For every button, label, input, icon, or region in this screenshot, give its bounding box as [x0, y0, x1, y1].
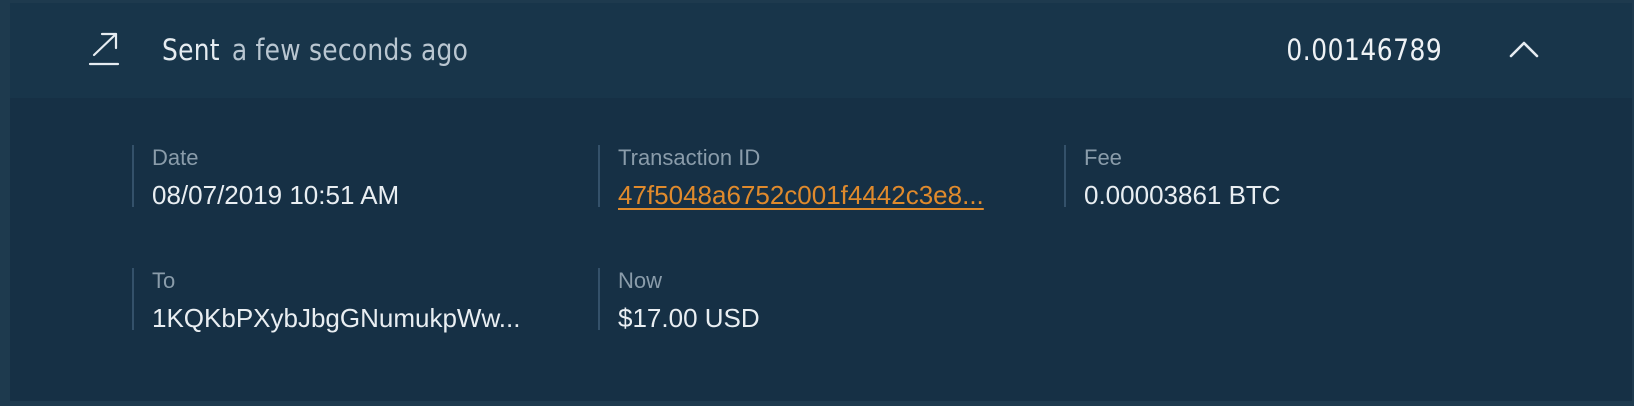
date-field: Date 08/07/2019 10:51 AM [132, 145, 592, 210]
now-field: Now $17.00 USD [598, 268, 1058, 333]
date-label: Date [152, 145, 199, 170]
transaction-panel: Sent a few seconds ago 0.00146789 Date 08… [10, 3, 1632, 401]
arrow-up-right-icon [88, 31, 122, 67]
to-address: 1KQKbPXybJbgGNumukpWw... [152, 303, 521, 333]
to-field: To 1KQKbPXybJbgGNumukpWw... [132, 268, 592, 333]
now-value: $17.00 USD [618, 303, 760, 333]
to-label: To [152, 268, 176, 293]
time-ago: a few seconds ago [231, 33, 469, 67]
transaction-id-label: Transaction ID [618, 145, 761, 170]
window-frame: Sent a few seconds ago 0.00146789 Date 08… [0, 0, 1634, 406]
fee-value: 0.00003861 BTC [1084, 180, 1281, 210]
transaction-summary: Sent a few seconds ago [162, 33, 468, 67]
transaction-amount: 0.00146789 [1286, 33, 1442, 67]
transaction-header[interactable]: Sent a few seconds ago 0.00146789 [10, 3, 1632, 98]
chevron-up-icon[interactable] [1508, 39, 1540, 59]
fee-label: Fee [1084, 145, 1122, 170]
transaction-id-link[interactable]: 47f5048a6752c001f4442c3e8... [618, 177, 1058, 213]
transaction-id-field: Transaction ID 47f5048a6752c001f4442c3e8… [598, 145, 1058, 210]
date-value: 08/07/2019 10:51 AM [152, 180, 400, 210]
fee-field: Fee 0.00003861 BTC [1064, 145, 1524, 210]
now-label: Now [618, 268, 663, 293]
direction-label: Sent [162, 33, 220, 67]
